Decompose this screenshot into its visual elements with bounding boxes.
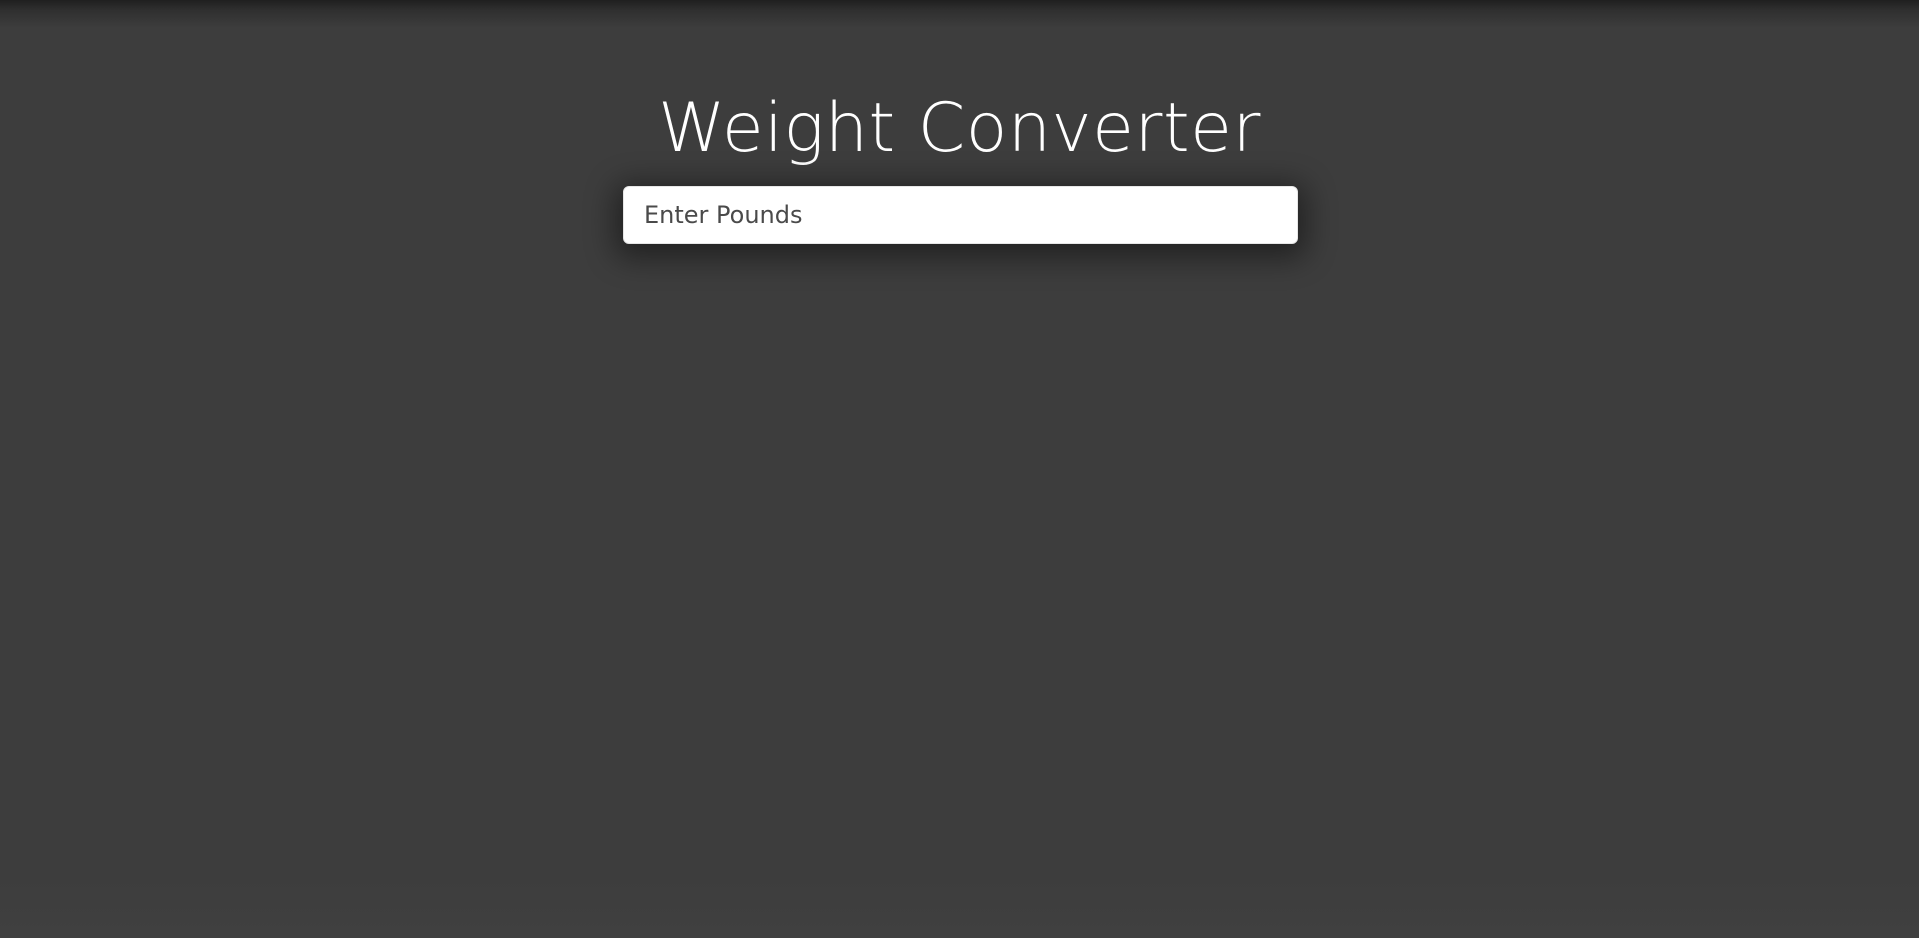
page-title: Weight Converter	[658, 89, 1261, 168]
pounds-input-container	[623, 186, 1298, 244]
weight-converter-app: Weight Converter	[0, 0, 1919, 938]
pounds-input[interactable]	[623, 186, 1298, 244]
